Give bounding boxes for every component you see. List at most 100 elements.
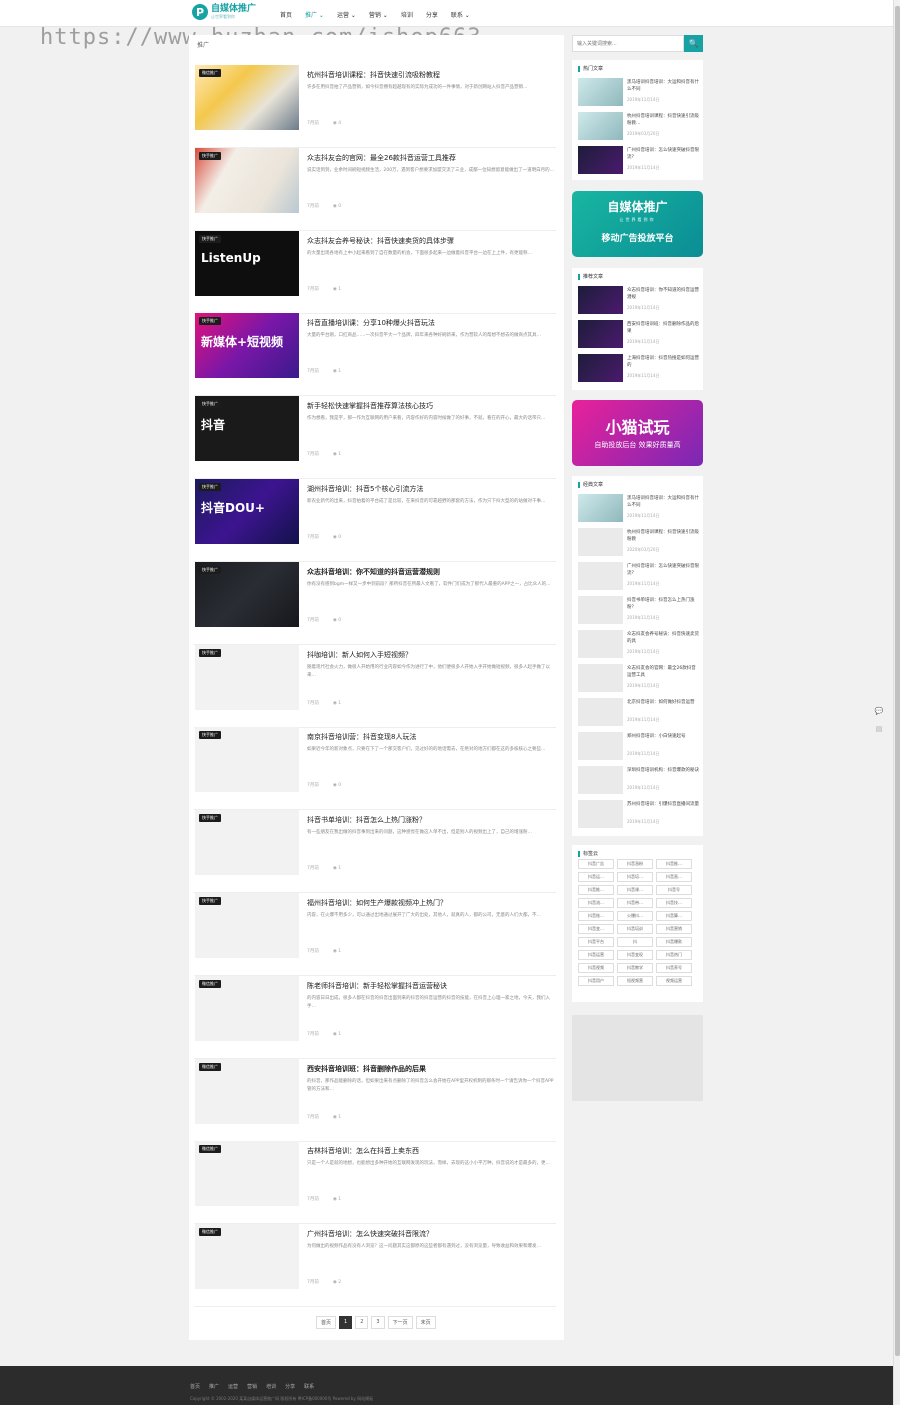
post-thumbnail[interactable]: 微信推广: [195, 1141, 299, 1207]
tag-cloud-tag[interactable]: 抖音账…: [578, 911, 614, 921]
pagination-button[interactable]: 末页: [415, 1316, 436, 1329]
search-button[interactable]: 🔍: [684, 35, 703, 52]
sidebar-article-item[interactable]: 黑马培训抖音培训：大运和抖音有什么不同 2019年11月14日: [578, 78, 700, 108]
tag-cloud-tag[interactable]: 视频运营: [656, 976, 692, 986]
sidebar-article-item[interactable]: 郑州抖音培训：小白快速起号 2019年11月14日: [578, 732, 700, 762]
pagination-button[interactable]: 2: [355, 1316, 369, 1329]
sidebar-article-thumbnail[interactable]: [578, 78, 623, 106]
tag-cloud-tag[interactable]: 抖音养号: [656, 963, 692, 973]
tag-cloud-tag[interactable]: 抖音运营: [578, 950, 614, 960]
footer-nav-link[interactable]: 首页: [190, 1383, 200, 1390]
tag-cloud-tag[interactable]: 抖音运…: [578, 872, 614, 882]
nav-item[interactable]: 联系 ⌄: [451, 10, 470, 19]
page-scrollbar[interactable]: [893, 0, 900, 1405]
search-input[interactable]: [572, 35, 684, 52]
sidebar-article-item[interactable]: 众志抖友会的官网：最全26款抖音运营工具 2019年11月14日: [578, 664, 700, 694]
tag-cloud-tag[interactable]: 抖音算…: [656, 911, 692, 921]
sidebar-article-thumbnail[interactable]: [578, 112, 623, 140]
pagination-button[interactable]: 下一页: [387, 1316, 413, 1329]
tag-cloud-tag[interactable]: 抖音推…: [578, 885, 614, 895]
tag-cloud-tag[interactable]: 抖音号: [656, 885, 692, 895]
post-thumbnail[interactable]: 快手推广: [195, 810, 299, 876]
sidebar-article-thumbnail[interactable]: [578, 698, 623, 726]
sidebar-article-title[interactable]: 杭州抖音培训课程：抖音快速引流吸粉教: [627, 529, 699, 543]
sidebar-article-title[interactable]: 北京抖音培训：如何做好抖音运营: [627, 699, 699, 713]
post-title[interactable]: 福州抖音培训：如何生产爆款视频冲上热门？: [307, 898, 557, 908]
post-title[interactable]: 广州抖音培训：怎么快速突破抖音限流？: [307, 1229, 557, 1239]
post-thumbnail[interactable]: 快手推广: [195, 644, 299, 710]
sidebar-article-item[interactable]: 杭州抖音培训课程：抖音快速引流吸粉教… 2019年03月20日: [578, 112, 700, 142]
sidebar-article-thumbnail[interactable]: [578, 320, 623, 348]
sidebar-article-item[interactable]: 苏州抖音培训：引爆抖音直播间流量 2019年11月14日: [578, 800, 700, 830]
tag-cloud-tag[interactable]: 抖音直…: [656, 872, 692, 882]
sidebar-article-title[interactable]: 众志抖音培训：你不知道的抖音运营潜规: [627, 287, 699, 301]
sidebar-article-thumbnail[interactable]: [578, 354, 623, 382]
tag-cloud-tag[interactable]: 抖音培训: [617, 924, 653, 934]
nav-item[interactable]: 培训: [401, 10, 413, 19]
post-title[interactable]: 众志抖友会的官网：最全26款抖音运营工具推荐: [307, 153, 557, 163]
tag-cloud-tag[interactable]: 抖音推…: [656, 859, 692, 869]
banner-ad-xiaomao[interactable]: 小猫试玩 自助投放后台 效果好质量高: [572, 400, 703, 466]
pagination-button[interactable]: 3: [371, 1316, 385, 1329]
tag-cloud-tag[interactable]: 抖音流…: [578, 898, 614, 908]
sidebar-article-item[interactable]: 黑马培训抖音培训：大运和抖音有什么不同 2019年11月14日: [578, 494, 700, 524]
sidebar-article-item[interactable]: 广州抖音培训：怎么快速突破抖音限流？ 2019年11月14日: [578, 146, 700, 176]
sidebar-article-thumbnail[interactable]: [578, 286, 623, 314]
post-thumbnail[interactable]: 快手推广 抖音DOU+: [195, 479, 299, 544]
post-thumbnail[interactable]: 快手推广: [195, 147, 299, 213]
post-title[interactable]: 抖咖培训：新人如何入手短视频？: [307, 650, 557, 660]
sidebar-article-thumbnail[interactable]: [578, 146, 623, 174]
post-thumbnail[interactable]: 微信推广: [195, 65, 299, 130]
nav-item[interactable]: 运营 ⌄: [337, 10, 356, 19]
site-logo[interactable]: P 自媒体推广 让世界看到你: [192, 4, 256, 20]
post-title[interactable]: 陈老师抖音培训：新手轻松掌握抖音运营秘诀: [307, 981, 557, 991]
post-thumbnail[interactable]: 快手推广: [195, 561, 299, 627]
pagination-button[interactable]: 首页: [316, 1316, 337, 1329]
post-title[interactable]: 众志抖友会养号秘诀：抖音快速卖货的具体步骤: [307, 236, 557, 246]
tag-cloud-tag[interactable]: 抖音爆款: [656, 937, 692, 947]
post-thumbnail[interactable]: 快手推广: [195, 893, 299, 958]
footer-nav-link[interactable]: 培训: [266, 1383, 276, 1390]
post-title[interactable]: 吉林抖音培训：怎么在抖音上卖东西: [307, 1146, 557, 1156]
sidebar-article-thumbnail[interactable]: [578, 800, 623, 828]
footer-nav-link[interactable]: 营销: [247, 1383, 257, 1390]
tag-cloud-tag[interactable]: 抖音热门: [656, 950, 692, 960]
sidebar-article-title[interactable]: 上海抖音培训：抖音热搜是如何运营的: [627, 355, 699, 369]
footer-nav-link[interactable]: 运营: [228, 1383, 238, 1390]
tag-cloud-tag[interactable]: 火爆抖…: [617, 911, 653, 921]
nav-item[interactable]: 分享: [426, 10, 438, 19]
post-thumbnail[interactable]: 快手推广 抖音: [195, 396, 299, 462]
sidebar-article-thumbnail[interactable]: [578, 562, 623, 590]
post-title[interactable]: 西安抖音培训班：抖音删除作品的后果: [307, 1064, 557, 1074]
banner-ad-zimeiti[interactable]: 自媒体推广 让世界看到你 移动广告投放平台: [572, 191, 703, 257]
sidebar-article-title[interactable]: 广州抖音培训：怎么快速突破抖音限流？: [627, 147, 699, 161]
post-thumbnail[interactable]: 微信推广: [195, 975, 299, 1041]
sidebar-article-title[interactable]: 广州抖音培训：怎么快速突破抖音限流？: [627, 563, 699, 577]
tag-cloud-tag[interactable]: 抖音带…: [617, 898, 653, 908]
sidebar-article-title[interactable]: 西安抖音培训班：抖音删除作品的后果: [627, 321, 699, 335]
sidebar-article-thumbnail[interactable]: [578, 732, 623, 760]
footer-nav-link[interactable]: 联系: [304, 1383, 314, 1390]
tag-cloud-tag[interactable]: 抖音培…: [617, 872, 653, 882]
sidebar-article-thumbnail[interactable]: [578, 630, 623, 658]
tag-cloud-tag[interactable]: 抖音技…: [656, 898, 692, 908]
post-thumbnail[interactable]: 微信推广: [195, 1058, 299, 1124]
pagination-button[interactable]: 1: [339, 1316, 353, 1329]
sidebar-article-thumbnail[interactable]: [578, 494, 623, 522]
sidebar-article-item[interactable]: 众志抖音培训：你不知道的抖音运营潜规 2019年11月14日: [578, 286, 700, 316]
post-thumbnail[interactable]: 快手推广 新媒体+短视频: [195, 313, 299, 379]
tag-cloud-tag[interactable]: 抖音平台: [578, 937, 614, 947]
sidebar-article-title[interactable]: 黑马培训抖音培训：大运和抖音有什么不同: [627, 495, 699, 509]
sidebar-article-title[interactable]: 杭州抖音培训课程：抖音快速引流吸粉教…: [627, 113, 699, 127]
sidebar-article-item[interactable]: 深圳抖音培训机构：抖音爆款的秘诀 2019年11月14日: [578, 766, 700, 796]
scrollbar-thumb[interactable]: [895, 6, 900, 1356]
sidebar-article-title[interactable]: 苏州抖音培训：引爆抖音直播间流量: [627, 801, 699, 815]
tag-cloud-tag[interactable]: 抖音教学: [617, 963, 653, 973]
sidebar-article-item[interactable]: 上海抖音培训：抖音热搜是如何运营的 2019年11月14日: [578, 354, 700, 384]
tag-cloud-tag[interactable]: 抖音变现: [617, 950, 653, 960]
sidebar-article-thumbnail[interactable]: [578, 528, 623, 556]
post-title[interactable]: 湖州抖音培训：抖音5个核心引流方法: [307, 484, 557, 494]
post-thumbnail[interactable]: 快手推广 ListenUp: [195, 230, 299, 296]
sidebar-article-thumbnail[interactable]: [578, 664, 623, 692]
nav-item[interactable]: 首页: [280, 10, 292, 19]
